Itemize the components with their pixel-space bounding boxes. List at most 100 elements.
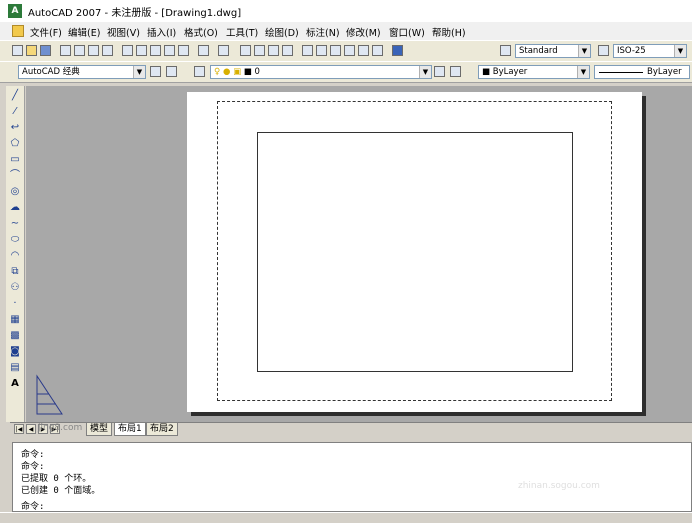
menu-tools[interactable]: 工具(T) — [226, 25, 258, 39]
menu-edit[interactable]: 编辑(E) — [68, 25, 100, 39]
menu-view[interactable]: 视图(V) — [107, 25, 140, 39]
chevron-down-icon[interactable]: ▼ — [674, 45, 686, 57]
watermark: 快问指南 — [515, 443, 595, 467]
block-editor-icon[interactable] — [178, 45, 189, 56]
chevron-down-icon[interactable]: ▼ — [577, 66, 589, 78]
3d-dwf-icon[interactable] — [102, 45, 113, 56]
window-title: AutoCAD 2007 - 未注册版 - [Drawing1.dwg] — [28, 8, 242, 19]
open-icon[interactable] — [26, 45, 37, 56]
first-tab-icon[interactable]: |◀ — [14, 424, 24, 434]
print-icon[interactable] — [60, 45, 71, 56]
redo-icon[interactable] — [218, 45, 229, 56]
rectangle-icon[interactable]: ▭ — [9, 154, 21, 166]
bulb-icon: ♀ — [214, 67, 221, 77]
calculator-icon[interactable] — [372, 45, 383, 56]
color-value: ByLayer — [492, 67, 528, 77]
menu-insert[interactable]: 插入(I) — [147, 25, 176, 39]
lock-icon: ▣ — [233, 67, 242, 77]
construction-line-icon[interactable]: ⁄ — [9, 106, 21, 118]
previous-tab-icon[interactable]: ◀ — [26, 424, 36, 434]
publish-icon[interactable] — [88, 45, 99, 56]
table-icon[interactable]: ▤ — [9, 362, 21, 374]
design-center-icon[interactable] — [316, 45, 327, 56]
watermark-left: jing8.com — [38, 423, 83, 433]
chevron-down-icon[interactable]: ▼ — [578, 45, 590, 57]
polygon-icon[interactable]: ⬠ — [9, 138, 21, 150]
command-history-line: 已创建 0 个面域。 — [21, 486, 101, 496]
layer-manager-icon[interactable] — [194, 66, 205, 77]
hatch-icon[interactable]: ▦ — [9, 314, 21, 326]
zoom-previous-icon[interactable] — [282, 45, 293, 56]
zoom-realtime-icon[interactable] — [254, 45, 265, 56]
menu-modify[interactable]: 修改(M) — [346, 25, 381, 39]
tab-model[interactable]: 模型 — [86, 423, 113, 436]
draw-toolbar: ╱ ⁄ ↩ ⬠ ▭ ⌒ ◎ ☁ ∼ ⬭ ◠ ⧉ ⚇ · ▦ ▩ ◙ ▤ A — [6, 86, 25, 422]
linetype-value: ByLayer — [647, 67, 682, 77]
sheet-set-icon[interactable] — [344, 45, 355, 56]
plot-preview-icon[interactable] — [74, 45, 85, 56]
text-style-value: Standard — [519, 46, 558, 56]
autocad-app-icon[interactable]: A — [8, 4, 22, 18]
tool-palettes-icon[interactable] — [330, 45, 341, 56]
circle-icon[interactable]: ◎ — [9, 186, 21, 198]
watermark-url: zhinan.sogou.com — [518, 481, 600, 491]
polyline-icon[interactable]: ↩ — [9, 122, 21, 134]
color-swatch-icon: ■ — [482, 67, 491, 77]
workspace-settings-icon[interactable] — [150, 66, 161, 77]
save-workspace-icon[interactable] — [166, 66, 177, 77]
command-prompt[interactable]: 命令: — [21, 499, 44, 512]
linetype-select[interactable]: ByLayer — [594, 65, 690, 79]
ellipse-arc-icon[interactable]: ◠ — [9, 250, 21, 262]
layout-viewport[interactable] — [257, 132, 573, 372]
standard-toolbar: Standard ▼ ISO-25 ▼ — [0, 40, 692, 62]
region-icon[interactable]: ◙ — [9, 346, 21, 358]
menu-draw[interactable]: 绘图(D) — [265, 25, 299, 39]
insert-block-icon[interactable]: ⧉ — [9, 266, 21, 278]
dim-style-value: ISO-25 — [617, 46, 646, 56]
match-properties-icon[interactable] — [164, 45, 175, 56]
dim-style-icon — [598, 45, 609, 56]
chevron-down-icon[interactable]: ▼ — [419, 66, 431, 78]
dim-style-select[interactable]: ISO-25 ▼ — [613, 44, 687, 58]
spline-icon[interactable]: ∼ — [9, 218, 21, 230]
revision-cloud-icon[interactable]: ☁ — [9, 202, 21, 214]
sun-icon: ● — [222, 67, 231, 77]
cut-icon[interactable] — [122, 45, 133, 56]
menu-dimension[interactable]: 标注(N) — [306, 25, 340, 39]
layout-tabs: |◀ ◀ ▶ ▶| 模型 布局1 布局2 — [10, 422, 692, 436]
layer-previous-icon[interactable] — [450, 66, 461, 77]
zoom-window-icon[interactable] — [268, 45, 279, 56]
pan-icon[interactable] — [240, 45, 251, 56]
workspace-select[interactable]: AutoCAD 经典 ▼ — [18, 65, 146, 79]
point-icon[interactable]: · — [9, 298, 21, 310]
save-icon[interactable] — [40, 45, 51, 56]
layer-select[interactable]: ♀ ● ▣ ■ 0 ▼ — [210, 65, 432, 79]
linetype-preview — [599, 72, 643, 73]
chevron-down-icon[interactable]: ▼ — [133, 66, 145, 78]
gradient-icon[interactable]: ▩ — [9, 330, 21, 342]
tab-layout2[interactable]: 布局2 — [146, 423, 178, 436]
document-icon[interactable] — [12, 25, 24, 37]
help-icon[interactable] — [392, 45, 403, 56]
new-icon[interactable] — [12, 45, 23, 56]
color-select[interactable]: ■ ByLayer ▼ — [478, 65, 590, 79]
menu-file[interactable]: 文件(F) — [30, 25, 62, 39]
ucs-icon — [36, 374, 63, 415]
make-current-layer-icon[interactable] — [434, 66, 445, 77]
tab-layout1[interactable]: 布局1 — [114, 423, 146, 436]
layer-color-swatch-icon: ■ — [243, 67, 252, 77]
menu-format[interactable]: 格式(O) — [184, 25, 218, 39]
line-icon[interactable]: ╱ — [9, 90, 21, 102]
text-style-select[interactable]: Standard ▼ — [515, 44, 591, 58]
arc-icon[interactable]: ⌒ — [9, 170, 21, 182]
properties-icon[interactable] — [302, 45, 313, 56]
paste-icon[interactable] — [150, 45, 161, 56]
copy-icon[interactable] — [136, 45, 147, 56]
undo-icon[interactable] — [198, 45, 209, 56]
menu-window[interactable]: 窗口(W) — [389, 25, 425, 39]
make-block-icon[interactable]: ⚇ — [9, 282, 21, 294]
menu-help[interactable]: 帮助(H) — [432, 25, 466, 39]
markup-icon[interactable] — [358, 45, 369, 56]
multiline-text-icon[interactable]: A — [9, 378, 21, 390]
ellipse-icon[interactable]: ⬭ — [9, 234, 21, 246]
